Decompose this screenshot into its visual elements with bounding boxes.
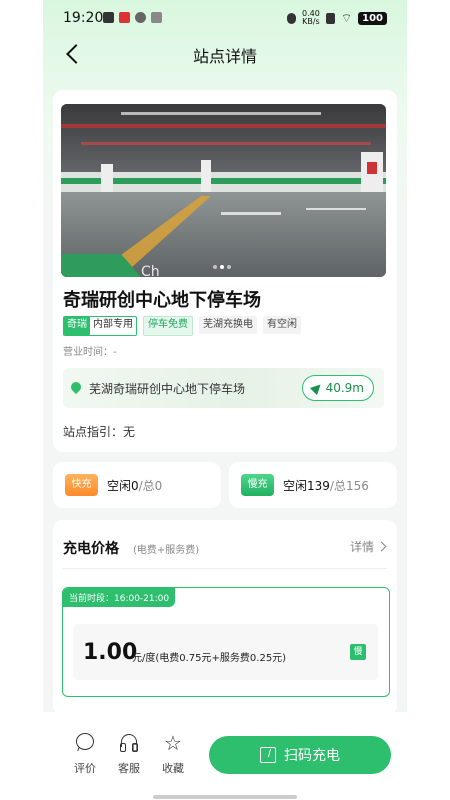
station-info-card: Ch 奇瑞研创中心地下停车场 奇瑞 内部专用 停车免费 芜湖充换电 有空闲 营业… [53,90,397,452]
address-text: 芜湖奇瑞研创中心地下停车场 [89,382,246,396]
service-label: 客服 [118,762,140,775]
business-hours: 营业时间：- [63,347,117,358]
svg-text:Ch: Ch [141,264,160,277]
bottom-action-bar: 评价 客服 ☆ 收藏 扫码充电 [43,712,407,800]
free-parking-tag: 停车免费 [143,316,193,336]
price-details-link[interactable]: 详情 [350,538,385,555]
slow-availability: 空闲139/总156 [283,477,369,494]
price-subtitle: (电费+服务费) [133,545,200,556]
navigate-arrow-icon [309,380,324,396]
current-period-box: 当前时段：16:00-21:00 1.00 元/度(电费0.75元+服务费0.2… [62,587,390,697]
status-notification-icons [103,12,162,23]
phone-screen: 19:20 0.40 KB/s ⌔ 100 站点详情 Ch 奇瑞研创中心地下停车… [0,0,450,800]
wifi-icon: ⌔ [340,10,353,25]
brand-tag-type: 内部专用 [93,319,133,330]
pager-dot [227,265,231,269]
pager-dot-active [220,265,224,269]
fast-total-count: /总0 [138,479,163,493]
scan-icon [260,747,276,763]
status-right-icons: 0.40 KB/s ⌔ 100 [287,10,387,26]
mute-icon [287,12,297,24]
slow-mark: 慢 [350,644,366,660]
slow-charge-card[interactable]: 慢充 空闲139/总156 [229,462,397,508]
slow-free-count: 空闲139 [283,479,330,493]
sim-icon [325,12,335,24]
slow-total-count: /总156 [329,479,369,493]
parking-garage-photo: Ch [61,104,386,277]
location-pin-icon [68,379,84,395]
brand-tag-name: 奇瑞 [64,317,90,335]
headset-icon [118,732,140,754]
station-detail-page: 19:20 0.40 KB/s ⌔ 100 站点详情 Ch 奇瑞研创中心地下停车… [43,0,407,800]
price-row: 1.00 元/度(电费0.75元+服务费0.25元) 慢 [73,624,378,680]
vacancy-tag: 有空闲 [263,316,301,334]
favorite-label: 收藏 [162,762,184,775]
price-unit-detail: 元/度(电费0.75元+服务费0.25元) [132,653,287,664]
fast-charge-badge: 快充 [65,474,98,496]
address-row[interactable]: 芜湖奇瑞研创中心地下停车场 40.9m [63,368,384,408]
notification-icon [103,12,114,23]
review-button[interactable]: 评价 [65,732,105,776]
favorite-button[interactable]: ☆ 收藏 [153,732,193,776]
star-icon: ☆ [164,731,182,755]
review-label: 评价 [74,762,96,775]
usb-icon [151,12,162,23]
customer-service-button[interactable]: 客服 [109,732,149,776]
app-notification-icon [119,12,130,23]
current-period-label: 当前时段：16:00-21:00 [63,588,176,607]
swap-tag: 芜湖充换电 [199,316,257,334]
pager-dot [213,265,217,269]
station-name: 奇瑞研创中心地下停车场 [63,290,261,311]
station-photo[interactable]: Ch [61,104,386,277]
photo-pager [213,265,231,269]
fast-free-count: 空闲0 [107,479,139,493]
station-tags: 奇瑞 内部专用 停车免费 芜湖充换电 有空闲 [63,316,301,336]
status-bar: 19:20 0.40 KB/s ⌔ 100 [43,8,407,30]
distance-text: 40.9m [325,381,364,395]
divider [63,568,387,569]
net-speed: 0.40 KB/s [302,10,320,26]
price-title: 充电价格 [63,541,119,557]
scan-label: 扫码充电 [284,748,340,764]
page-title: 站点详情 [192,47,257,66]
nav-bar: 站点详情 [43,36,407,72]
fast-availability: 空闲0/总0 [107,477,162,494]
price-amount: 1.00 [83,640,138,665]
battery-indicator: 100 [358,11,387,25]
fast-charge-card[interactable]: 快充 空闲0/总0 [53,462,221,508]
navigate-button[interactable]: 40.9m [301,375,374,401]
charging-price-card: 充电价格 (电费+服务费) 详情 当前时段：16:00-21:00 1.00 元… [53,520,397,715]
chat-icon [74,732,96,754]
station-guide: 站点指引：无 [63,425,136,439]
brand-tag: 奇瑞 内部专用 [63,316,137,336]
net-speed-unit: KB/s [302,17,320,26]
home-indicator[interactable] [153,795,297,799]
status-time: 19:20 [63,10,104,26]
slow-charge-badge: 慢充 [241,474,274,496]
sync-icon [135,12,146,23]
scan-charge-button[interactable]: 扫码充电 [209,736,391,774]
